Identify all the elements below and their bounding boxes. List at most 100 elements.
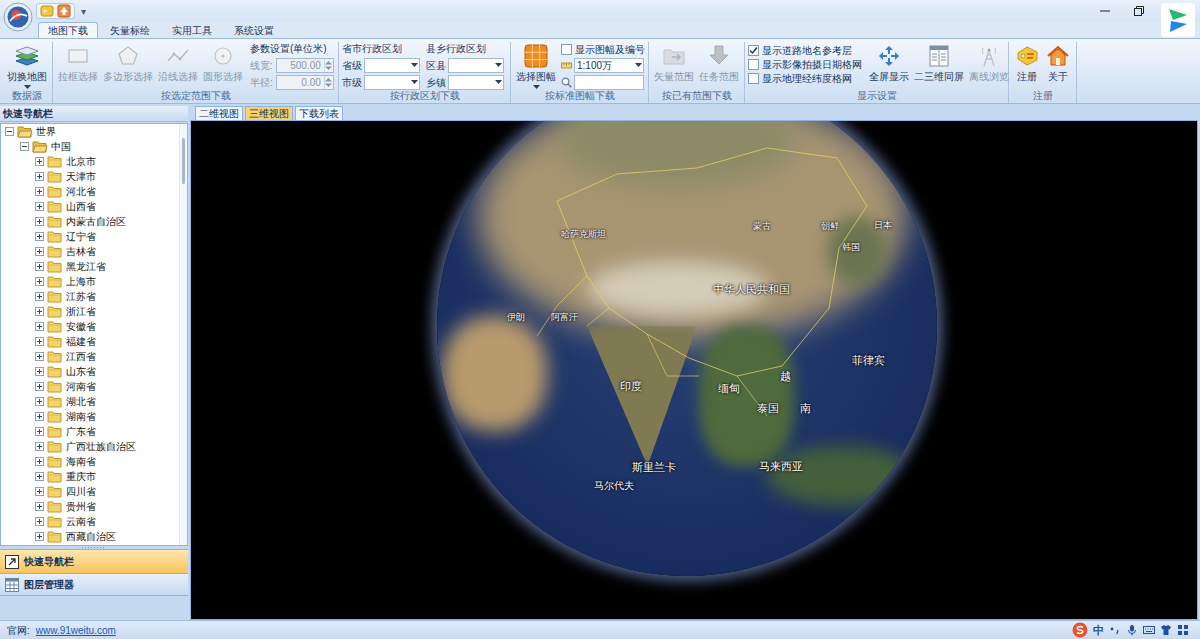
minimize-icon[interactable]: [1088, 0, 1122, 22]
tree-expander[interactable]: [35, 187, 44, 196]
ribbon-button[interactable]: 二三维同屏: [912, 42, 966, 83]
tree-item[interactable]: 河北省: [1, 184, 179, 199]
checkbox[interactable]: [748, 73, 759, 84]
save-icon[interactable]: [40, 4, 54, 18]
website-link[interactable]: www.91weitu.com: [36, 623, 116, 638]
tree-item[interactable]: 福建省: [1, 334, 179, 349]
scale-dropdown[interactable]: 1:100万: [574, 58, 644, 73]
tree-item[interactable]: 贵州省: [1, 499, 179, 514]
tree-item[interactable]: 广东省: [1, 424, 179, 439]
tree-expander[interactable]: [35, 322, 44, 331]
globe-view[interactable]: 中华人民共和国印度缅甸泰国越南菲律宾马来西亚斯里兰卡马尔代夫日本韩国朝鲜蒙古阿富…: [190, 120, 1198, 620]
tree-expander[interactable]: [35, 172, 44, 181]
ribbon-tab[interactable]: 矢量标绘: [100, 22, 160, 38]
tree-expander[interactable]: [35, 217, 44, 226]
app-menu-orb-icon[interactable]: [3, 2, 33, 32]
tree-item[interactable]: 湖北省: [1, 394, 179, 409]
tree-item[interactable]: 云南省: [1, 514, 179, 529]
checkbox[interactable]: [561, 44, 572, 55]
skin-shirt-icon[interactable]: [1160, 624, 1172, 636]
tree-item[interactable]: 四川省: [1, 484, 179, 499]
keyboard-icon[interactable]: [1143, 624, 1155, 636]
dropdown[interactable]: [364, 75, 420, 90]
tree-expander[interactable]: [35, 457, 44, 466]
tree-item[interactable]: 重庆市: [1, 469, 179, 484]
ribbon-button[interactable]: 关于: [1043, 42, 1073, 83]
tree-scrollbar[interactable]: [179, 124, 187, 545]
ribbon-button[interactable]: 选择图幅: [514, 42, 558, 90]
toolbox-grid-icon[interactable]: [1177, 624, 1189, 636]
tree-item[interactable]: 江苏省: [1, 289, 179, 304]
tree-expander[interactable]: [35, 367, 44, 376]
tree-expander[interactable]: [35, 412, 44, 421]
sheet-search-input[interactable]: [574, 75, 644, 90]
ime-mode[interactable]: 中: [1093, 622, 1104, 639]
checkbox-row[interactable]: 显示图幅及编号: [561, 42, 645, 56]
tree-expander[interactable]: [35, 352, 44, 361]
tree-expander[interactable]: [5, 127, 14, 136]
tree-item[interactable]: 天津市: [1, 169, 179, 184]
tree-item[interactable]: 黑龙江省: [1, 259, 179, 274]
tree-expander[interactable]: [35, 382, 44, 391]
dropdown[interactable]: [448, 75, 504, 90]
tree-expander[interactable]: [35, 202, 44, 211]
tree-item[interactable]: 广西壮族自治区: [1, 439, 179, 454]
tree-item[interactable]: 吉林省: [1, 244, 179, 259]
checkbox-row[interactable]: 显示地理经纬度格网: [748, 71, 862, 85]
sogou-logo-icon[interactable]: [1072, 622, 1088, 638]
tree-item[interactable]: 江西省: [1, 349, 179, 364]
tree-expander[interactable]: [35, 427, 44, 436]
tree-expander[interactable]: [20, 142, 29, 151]
ribbon-tab[interactable]: 地图下载: [38, 22, 98, 38]
tree-item[interactable]: 湖南省: [1, 409, 179, 424]
tree-item[interactable]: 安徽省: [1, 319, 179, 334]
tree-scrollbar-thumb[interactable]: [182, 138, 185, 184]
tree-expander[interactable]: [35, 247, 44, 256]
checkbox-row[interactable]: 显示道路地名参考层: [748, 43, 862, 57]
tree-expander[interactable]: [35, 157, 44, 166]
tree-expander[interactable]: [35, 262, 44, 271]
upload-icon[interactable]: [57, 4, 71, 18]
tree-expander[interactable]: [35, 532, 44, 541]
tree-expander[interactable]: [35, 337, 44, 346]
tree-expander[interactable]: [35, 487, 44, 496]
ribbon-tab[interactable]: 系统设置: [224, 22, 284, 38]
tree-item[interactable]: 世界: [1, 124, 179, 139]
tree-expander[interactable]: [35, 397, 44, 406]
navigation-tab[interactable]: 快速导航栏: [0, 549, 188, 573]
tree-expander[interactable]: [35, 442, 44, 451]
view-tab[interactable]: 下载列表: [295, 106, 343, 120]
ribbon-button[interactable]: 注册: [1012, 42, 1042, 83]
checkbox[interactable]: [748, 59, 759, 70]
dropdown[interactable]: [364, 58, 420, 73]
tree-expander[interactable]: [35, 502, 44, 511]
punctuation-icon[interactable]: [1109, 624, 1121, 636]
tree-item[interactable]: 山西省: [1, 199, 179, 214]
tree-item[interactable]: 河南省: [1, 379, 179, 394]
tree-item[interactable]: 中国: [1, 139, 179, 154]
restore-icon[interactable]: [1122, 0, 1156, 22]
navigation-tab[interactable]: 图层管理器: [0, 573, 188, 595]
checkbox[interactable]: [748, 45, 759, 56]
tree-expander[interactable]: [35, 307, 44, 316]
tree-expander[interactable]: [35, 472, 44, 481]
tree-expander[interactable]: [35, 292, 44, 301]
tree-item[interactable]: 内蒙古自治区: [1, 214, 179, 229]
microphone-icon[interactable]: [1126, 624, 1138, 636]
dropdown[interactable]: [448, 58, 504, 73]
tree-expander[interactable]: [35, 517, 44, 526]
view-tab[interactable]: 二维视图: [195, 106, 243, 120]
ribbon-button[interactable]: 切换地图: [5, 42, 49, 90]
ribbon-button[interactable]: 全屏显示: [867, 42, 911, 83]
quick-access-menu[interactable]: ▾: [81, 4, 86, 19]
tree-item[interactable]: 西藏自治区: [1, 529, 179, 544]
checkbox-row[interactable]: 显示影像拍摄日期格网: [748, 57, 862, 71]
tree-expander[interactable]: [35, 277, 44, 286]
tree-item[interactable]: 北京市: [1, 154, 179, 169]
tree-expander[interactable]: [35, 232, 44, 241]
tree-item[interactable]: 山东省: [1, 364, 179, 379]
tree-item[interactable]: 浙江省: [1, 304, 179, 319]
ribbon-tab[interactable]: 实用工具: [162, 22, 222, 38]
tree-item[interactable]: 海南省: [1, 454, 179, 469]
tree-item[interactable]: 上海市: [1, 274, 179, 289]
